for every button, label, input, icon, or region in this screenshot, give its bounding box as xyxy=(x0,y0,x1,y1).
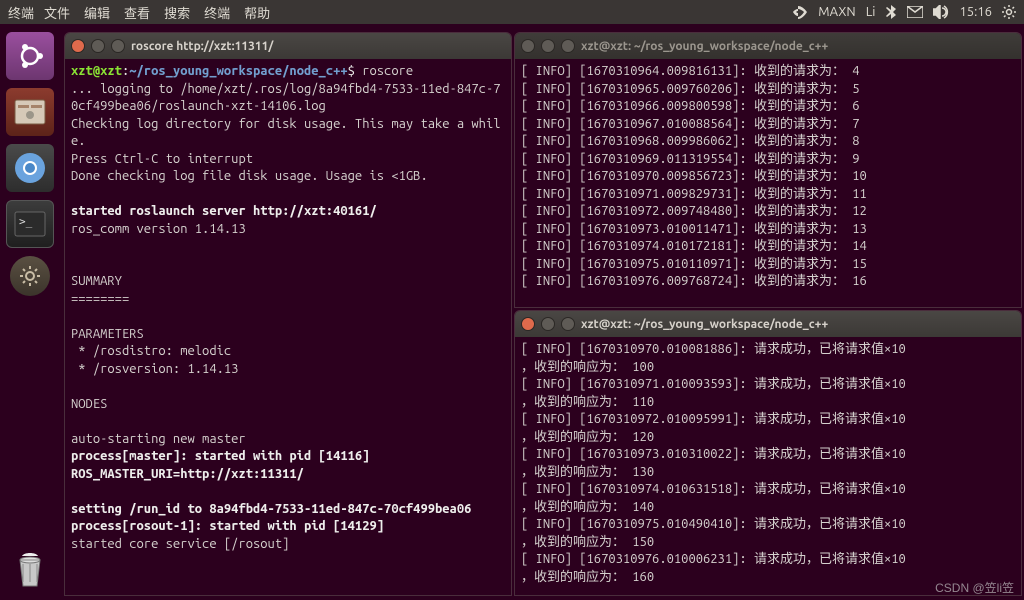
status-tray: MAXN Li 15:16 xyxy=(792,4,1016,20)
menu-terminal[interactable]: 终端 xyxy=(204,3,230,22)
close-button[interactable] xyxy=(521,39,535,53)
window-title: xzt@xzt: ~/ros_young_workspace/node_c++ xyxy=(581,318,828,331)
minimize-button[interactable] xyxy=(91,39,105,53)
menu-file[interactable]: 文件 xyxy=(44,3,70,22)
minimize-button[interactable] xyxy=(541,317,555,331)
active-app-title: 终端 xyxy=(8,3,34,22)
window-title: xzt@xzt: ~/ros_young_workspace/node_c++ xyxy=(581,40,828,53)
chromium-icon xyxy=(13,151,47,185)
nvidia-icon xyxy=(792,4,808,20)
terminal-icon: >_ xyxy=(14,211,46,237)
menu-group: 文件 编辑 查看 搜索 终端 帮助 xyxy=(44,3,270,22)
bluetooth-icon[interactable] xyxy=(885,5,897,19)
terminal-window-roscore[interactable]: roscore http://xzt:11311/ xzt@xzt:~/ros_… xyxy=(64,32,512,596)
menu-edit[interactable]: 编辑 xyxy=(84,3,110,22)
window-title: roscore http://xzt:11311/ xyxy=(131,40,273,53)
launcher-trash[interactable] xyxy=(8,546,52,590)
volume-icon[interactable] xyxy=(933,5,949,19)
maximize-button[interactable] xyxy=(561,39,575,53)
titlebar[interactable]: roscore http://xzt:11311/ xyxy=(65,33,511,59)
maximize-button[interactable] xyxy=(111,39,125,53)
trash-icon xyxy=(8,546,52,590)
battery-label[interactable]: Li xyxy=(866,5,876,19)
close-button[interactable] xyxy=(71,39,85,53)
terminal-output[interactable]: [ INFO] [1670310964.009816131]: 收到的请求为： … xyxy=(515,59,1021,295)
titlebar[interactable]: xzt@xzt: ~/ros_young_workspace/node_c++ xyxy=(515,33,1021,59)
close-button[interactable] xyxy=(521,317,535,331)
launcher-settings[interactable] xyxy=(10,256,50,296)
watermark: CSDN @笠li笠 xyxy=(935,579,1014,596)
launcher-chromium[interactable] xyxy=(6,144,54,192)
menu-help[interactable]: 帮助 xyxy=(244,3,270,22)
maximize-button[interactable] xyxy=(561,317,575,331)
top-menu-bar: 终端 文件 编辑 查看 搜索 终端 帮助 MAXN Li 15:16 xyxy=(0,0,1024,24)
launcher-files[interactable] xyxy=(6,88,54,136)
mail-icon[interactable] xyxy=(907,6,923,18)
menu-view[interactable]: 查看 xyxy=(124,3,150,22)
svg-text:>_: >_ xyxy=(19,215,33,228)
terminal-window-server[interactable]: xzt@xzt: ~/ros_young_workspace/node_c++ … xyxy=(514,32,1022,308)
file-manager-icon xyxy=(14,99,46,125)
launcher-dash[interactable] xyxy=(6,32,54,80)
unity-launcher: >_ xyxy=(0,24,60,600)
clock[interactable]: 15:16 xyxy=(959,5,992,19)
titlebar[interactable]: xzt@xzt: ~/ros_young_workspace/node_c++ xyxy=(515,311,1021,337)
terminal-output[interactable]: xzt@xzt:~/ros_young_workspace/node_c++$ … xyxy=(65,59,511,557)
gear-icon xyxy=(18,264,42,288)
minimize-button[interactable] xyxy=(541,39,555,53)
launcher-terminal[interactable]: >_ xyxy=(6,200,54,248)
power-mode-label[interactable]: MAXN xyxy=(818,5,855,19)
terminal-window-client[interactable]: xzt@xzt: ~/ros_young_workspace/node_c++ … xyxy=(514,310,1022,596)
ubuntu-icon xyxy=(15,41,45,71)
settings-gear-icon[interactable] xyxy=(1002,5,1016,19)
terminal-output[interactable]: [ INFO] [1670310970.010081886]: 请求成功，已将请… xyxy=(515,337,1021,590)
menu-search[interactable]: 搜索 xyxy=(164,3,190,22)
